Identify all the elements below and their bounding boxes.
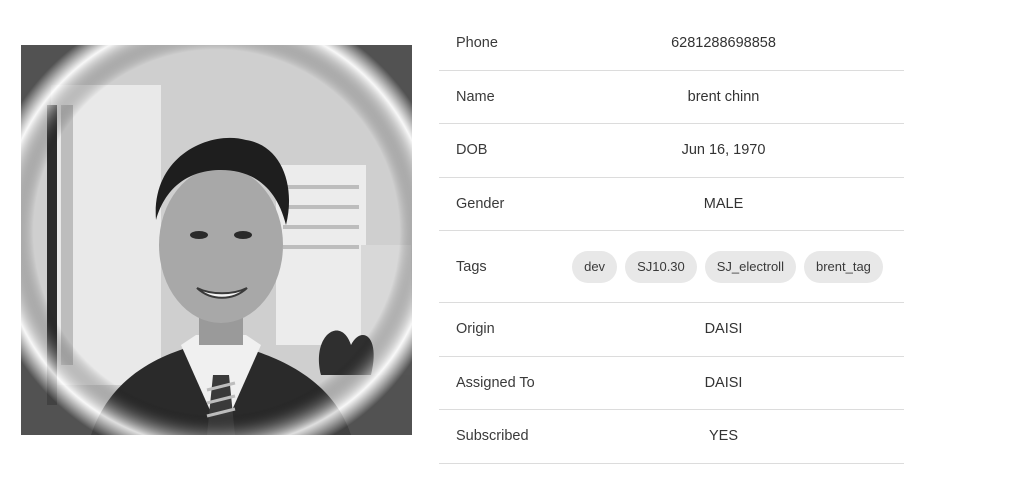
tag-chip[interactable]: dev <box>572 250 618 283</box>
dob-value: Jun 16, 1970 <box>681 142 766 159</box>
dob-label: DOB <box>456 142 488 159</box>
tag-chip[interactable]: SJ_electroll <box>704 250 796 283</box>
assigned-to-value: DAISI <box>704 374 743 391</box>
gender-label: Gender <box>456 195 505 212</box>
name-label: Name <box>456 88 495 105</box>
origin-value: DAISI <box>704 321 743 338</box>
dob-row: DOB Jun 16, 1970 <box>439 124 904 178</box>
tags-label: Tags <box>456 258 487 275</box>
assigned-to-label: Assigned To <box>456 374 535 391</box>
tag-chip[interactable]: SJ10.30 <box>625 250 697 283</box>
subscribed-label: Subscribed <box>456 428 529 445</box>
phone-value: 6281288698858 <box>671 35 776 52</box>
contact-profile-page: Phone 6281288698858 Name brent chinn DOB… <box>0 0 1018 477</box>
name-row: Name brent chinn <box>439 71 904 124</box>
origin-row: Origin DAISI <box>439 303 904 357</box>
profile-photo <box>21 45 412 435</box>
gender-value: MALE <box>703 195 744 212</box>
contact-details-table: Phone 6281288698858 Name brent chinn DOB… <box>439 17 904 464</box>
name-value: brent chinn <box>687 88 760 105</box>
subscribed-value: YES <box>708 428 738 445</box>
gender-row: Gender MALE <box>439 178 904 231</box>
tag-chip[interactable]: brent_tag <box>803 250 883 283</box>
origin-label: Origin <box>456 321 495 338</box>
tags-row: Tags dev SJ10.30 SJ_electroll brent_tag <box>439 231 904 303</box>
phone-label: Phone <box>456 35 498 52</box>
subscribed-row: Subscribed YES <box>439 410 904 464</box>
assigned-to-row: Assigned To DAISI <box>439 357 904 410</box>
tags-list: dev SJ10.30 SJ_electroll brent_tag <box>559 250 904 283</box>
phone-row: Phone 6281288698858 <box>439 17 904 71</box>
